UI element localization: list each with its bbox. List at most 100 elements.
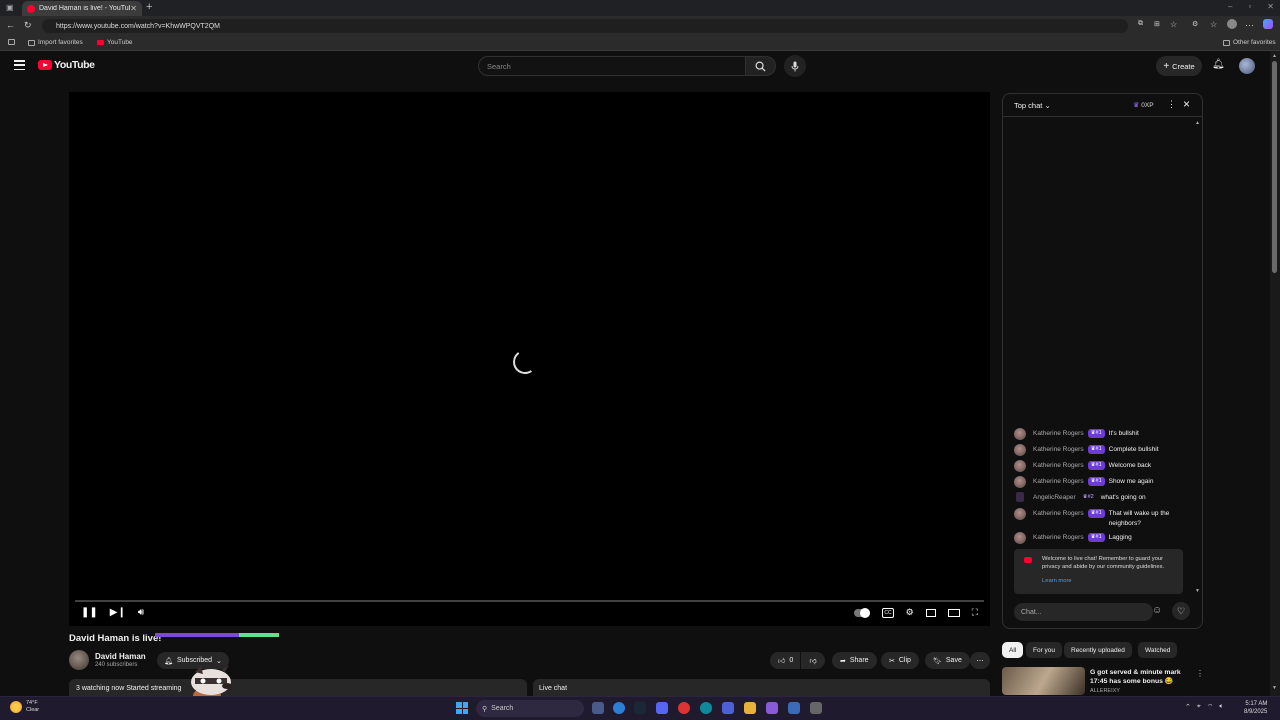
maximize-icon[interactable]: ▫	[1248, 2, 1251, 11]
scroll-down-arrow-icon[interactable]: ▼	[1272, 685, 1277, 691]
page-scrollbar[interactable]: ▲ ▼	[1270, 51, 1280, 696]
dislike-button[interactable]: 👎︎	[801, 652, 825, 669]
copilot-app-icon[interactable]	[613, 702, 625, 714]
chip-watched[interactable]: Watched	[1138, 642, 1178, 658]
chat-message[interactable]: Katherine Rogers ♛#1 Welcome back	[1014, 460, 1194, 472]
chat-author[interactable]: Katherine Rogers	[1033, 430, 1084, 437]
account-avatar[interactable]	[1239, 58, 1255, 74]
scrollbar-thumb[interactable]	[1272, 61, 1277, 273]
chat-author[interactable]: Katherine Rogers	[1033, 446, 1084, 453]
close-chat-icon[interactable]: ×	[1183, 97, 1190, 111]
reaction-button[interactable]: ♡	[1172, 602, 1190, 620]
chat-scroll-down-icon[interactable]: ▼	[1195, 588, 1200, 594]
new-tab-icon[interactable]: +	[146, 1, 152, 13]
recommended-video-thumbnail[interactable]	[1002, 667, 1085, 695]
split-screen-icon[interactable]: ⊞	[1154, 20, 1160, 28]
chip-for-you[interactable]: For you	[1026, 642, 1063, 658]
chat-input[interactable]: Chat...	[1014, 603, 1153, 621]
teams-icon[interactable]	[766, 702, 778, 714]
theater-mode-icon[interactable]	[947, 608, 960, 617]
channel-avatar[interactable]	[69, 650, 89, 670]
task-view-icon[interactable]	[592, 702, 604, 714]
share-button[interactable]: ➦ Share	[832, 652, 877, 669]
chat-message[interactable]: AngelicReaper ♛#2 what's going on	[1014, 492, 1194, 503]
more-actions-button[interactable]: ⋯	[970, 652, 990, 669]
learn-more-link[interactable]: Learn more	[1042, 577, 1175, 585]
settings-gear-icon[interactable]: ⚙	[906, 607, 914, 618]
create-button[interactable]: + Create	[1156, 56, 1202, 76]
like-button[interactable]: 👍︎ 0	[770, 652, 800, 669]
scroll-up-arrow-icon[interactable]: ▲	[1272, 53, 1277, 59]
location-icon[interactable]: ⌖	[1197, 703, 1201, 712]
app-icon[interactable]	[678, 702, 690, 714]
profile-icon[interactable]	[1227, 19, 1237, 29]
minimize-icon[interactable]: –	[1228, 2, 1232, 11]
copilot-icon[interactable]	[1263, 19, 1273, 29]
chat-more-icon[interactable]: ⋮	[1167, 99, 1176, 110]
search-input[interactable]: Search	[478, 56, 746, 76]
app-icon[interactable]	[722, 702, 734, 714]
refresh-icon[interactable]: ↻	[24, 20, 32, 31]
chat-author[interactable]: AngelicReaper	[1033, 494, 1076, 501]
notifications-bell-icon[interactable]: 🔔︎	[1212, 59, 1225, 70]
file-explorer-icon[interactable]	[744, 702, 756, 714]
bookmark-youtube[interactable]: YouTube	[97, 39, 133, 46]
start-button-icon[interactable]	[456, 702, 468, 714]
extensions-icon[interactable]: ⚙	[1192, 20, 1198, 28]
edge-icon[interactable]	[700, 702, 712, 714]
speaker-icon[interactable]: 🔈︎	[1219, 703, 1223, 712]
chat-author[interactable]: Katherine Rogers	[1033, 534, 1084, 541]
chat-message[interactable]: Katherine Rogers ♛#1 Show me again	[1014, 476, 1194, 488]
channel-name[interactable]: David Haman	[95, 652, 146, 661]
chat-author[interactable]: Katherine Rogers	[1033, 478, 1084, 485]
discord-icon[interactable]	[656, 702, 668, 714]
clip-button[interactable]: ✂ Clip	[881, 652, 919, 669]
app-icon[interactable]	[810, 702, 822, 714]
weather-widget[interactable]: 74°F Clear	[10, 700, 39, 714]
bookmark-import-favorites[interactable]: Import favorites	[28, 39, 83, 46]
search-button[interactable]	[746, 56, 776, 76]
reading-list-icon[interactable]	[8, 39, 15, 45]
fullscreen-icon[interactable]: ⛶	[972, 607, 978, 618]
system-clock[interactable]: 5:17 AM 8/9/2025	[1244, 700, 1267, 716]
voice-search-button[interactable]	[784, 55, 806, 77]
pause-icon[interactable]: ❚❚	[81, 607, 98, 618]
chip-recently-uploaded[interactable]: Recently uploaded	[1064, 642, 1132, 658]
tab-actions-icon[interactable]: ▣	[6, 3, 14, 12]
chat-message[interactable]: Katherine Rogers ♛#1 Complete bullshit	[1014, 444, 1194, 456]
youtube-logo[interactable]: YouTube	[38, 59, 95, 71]
more-menu-icon[interactable]: ⋯	[1245, 20, 1254, 31]
chat-message[interactable]: Katherine Rogers ♛#1 Lagging	[1014, 532, 1194, 544]
tray-overflow-icon[interactable]: ⌃	[1185, 703, 1191, 712]
read-aloud-icon[interactable]: ⧉	[1138, 20, 1143, 28]
chat-message[interactable]: Katherine Rogers ♛#1 That will wake up t…	[1014, 508, 1194, 529]
close-tab-icon[interactable]: ✕	[130, 4, 137, 13]
next-video-icon[interactable]: ▶❙	[110, 607, 126, 618]
xp-badge[interactable]: ♛ 0XP	[1133, 101, 1154, 110]
menu-icon[interactable]	[14, 60, 25, 70]
recommended-video-title[interactable]: G got served & minute mark 17:45 has som…	[1090, 668, 1188, 686]
volume-icon[interactable]: 🔊︎	[138, 607, 144, 618]
autoplay-toggle[interactable]	[854, 607, 871, 618]
miniplayer-icon[interactable]	[925, 608, 936, 617]
chip-all[interactable]: All	[1002, 642, 1024, 658]
progress-bar[interactable]	[75, 600, 984, 602]
chat-message[interactable]: Katherine Rogers ♛#1 It's bullshit	[1014, 428, 1194, 440]
taskbar-search[interactable]: ⚲ Search	[476, 700, 584, 717]
favorites-icon[interactable]: ☆	[1210, 20, 1217, 29]
app-icon[interactable]	[788, 702, 800, 714]
browser-tab[interactable]: David Haman is live! - YouTube ✕	[22, 1, 142, 16]
address-bar[interactable]: https://www.youtube.com/watch?v=KhwWPQVT…	[42, 19, 1128, 33]
recommended-video-channel[interactable]: ALLEREIXY	[1090, 688, 1120, 694]
network-icon[interactable]: ⌔	[1207, 703, 1214, 712]
chat-mode-dropdown[interactable]: Top chat ⌄	[1014, 101, 1051, 110]
video-player[interactable]: ❚❚ ▶❙ 🔊︎ CC ⚙ ⛶	[69, 92, 990, 626]
captions-icon[interactable]: CC	[882, 607, 894, 618]
bookmark-other-favorites[interactable]: Other favorites	[1223, 39, 1276, 46]
recommended-video-more-icon[interactable]: ⋮	[1196, 669, 1204, 678]
chat-author[interactable]: Katherine Rogers	[1033, 462, 1084, 469]
chat-scroll-up-icon[interactable]: ▲	[1195, 120, 1200, 126]
back-icon[interactable]: ←	[6, 20, 15, 30]
close-window-icon[interactable]: ✕	[1267, 2, 1274, 11]
steam-icon[interactable]	[634, 702, 646, 714]
